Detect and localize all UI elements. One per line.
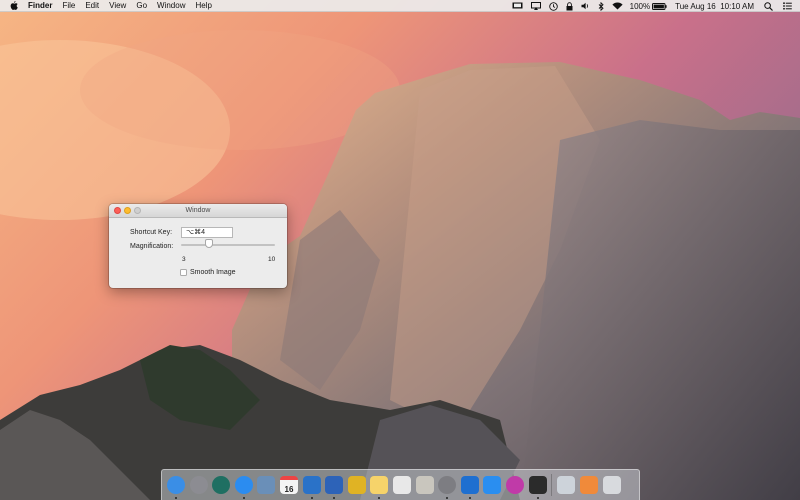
running-indicator	[310, 497, 313, 499]
running-indicator	[468, 497, 471, 499]
shortcut-key-field[interactable]: ⌥⌘4	[181, 227, 233, 238]
dock-slack-icon[interactable]	[347, 474, 367, 495]
dock: 16	[161, 469, 640, 500]
notes-icon	[370, 475, 389, 494]
menu-edit[interactable]: Edit	[85, 0, 99, 12]
menu-file[interactable]: File	[62, 0, 75, 12]
screenshot-thumbnail-icon	[557, 475, 576, 494]
menu-bar: Finder File Edit View Go Window Help 100…	[0, 0, 800, 12]
dock-app-store-icon[interactable]	[482, 474, 502, 495]
trash-icon	[603, 475, 622, 494]
battery-icon[interactable]	[652, 0, 667, 12]
dock-trash-icon[interactable]	[602, 474, 622, 495]
dock-outlook-icon[interactable]	[302, 474, 322, 499]
dock-system-preferences-icon[interactable]	[437, 474, 457, 499]
launchpad-icon	[189, 475, 208, 494]
running-indicator	[378, 497, 381, 499]
smooth-image-checkbox[interactable]	[180, 269, 187, 276]
dock-safari-icon[interactable]	[234, 474, 254, 499]
menu-app-finder[interactable]: Finder	[28, 0, 52, 12]
magnification-slider-track[interactable]	[181, 244, 275, 246]
zoom-window-panel: Window Shortcut Key: ⌥⌘4 Magnification: …	[109, 204, 287, 288]
running-indicator	[175, 497, 177, 499]
dock-screenshot-thumbnail-icon[interactable]	[556, 474, 576, 495]
dock-time-machine-icon[interactable]	[211, 474, 231, 495]
volume-icon[interactable]	[581, 0, 590, 12]
zoom-button	[134, 207, 141, 214]
lock-icon[interactable]	[566, 0, 573, 12]
bluetooth-icon[interactable]	[598, 0, 604, 12]
preview-icon	[257, 475, 276, 494]
status-area: 100% Tue Aug 16 10:10 AM	[504, 0, 792, 12]
menu-go[interactable]: Go	[136, 0, 147, 12]
running-indicator	[536, 497, 539, 499]
xcode-icon	[460, 475, 479, 494]
menu-help[interactable]: Help	[195, 0, 211, 12]
window-content: Shortcut Key: ⌥⌘4 Magnification: 3 10 Sm…	[109, 218, 287, 288]
window-titlebar[interactable]: Window	[109, 204, 287, 218]
flower-app-icon	[506, 475, 524, 494]
spotlight-icon[interactable]	[764, 0, 773, 12]
calendar-icon: 16	[280, 475, 298, 494]
wifi-icon[interactable]	[612, 0, 623, 12]
dock-downloads-stack-icon[interactable]	[579, 474, 599, 495]
notification-center-icon[interactable]	[783, 0, 792, 12]
dock-textedit-icon[interactable]	[392, 474, 412, 495]
minimize-button[interactable]	[124, 207, 131, 214]
dock-calendar-icon[interactable]: 16	[279, 474, 299, 495]
dock-notes-icon[interactable]	[369, 474, 389, 499]
app-store-icon	[483, 475, 502, 494]
downloads-stack-icon	[580, 475, 599, 494]
dock-preview-icon[interactable]	[256, 474, 276, 495]
terminal-icon	[528, 475, 547, 494]
shortcut-key-label: Shortcut Key:	[130, 229, 173, 236]
dock-terminal-icon[interactable]	[528, 474, 548, 499]
menu-view[interactable]: View	[109, 0, 126, 12]
outlook-icon	[302, 475, 321, 494]
magnification-min-label: 3	[182, 256, 186, 263]
time-machine-icon[interactable]	[548, 0, 558, 12]
running-indicator	[242, 497, 245, 499]
dock-things-icon[interactable]	[324, 474, 344, 499]
dock-script-editor-icon[interactable]	[415, 474, 435, 495]
dock-launchpad-icon[interactable]	[189, 474, 209, 495]
dock-separator	[551, 474, 553, 496]
slack-icon	[347, 475, 366, 494]
things-icon	[325, 475, 344, 494]
safari-icon	[234, 475, 253, 494]
dock-xcode-icon[interactable]	[460, 474, 480, 499]
time-machine-icon	[212, 475, 231, 494]
close-button[interactable]	[114, 207, 121, 214]
system-preferences-icon	[438, 475, 457, 494]
apple-menu-icon[interactable]	[10, 1, 20, 10]
running-indicator	[333, 497, 336, 499]
dock-finder-icon[interactable]	[166, 474, 186, 499]
airplay-icon[interactable]	[530, 0, 541, 12]
battery-percent[interactable]: 100%	[630, 0, 650, 12]
magnification-slider-thumb[interactable]	[205, 239, 214, 248]
magnification-max-label: 10	[268, 256, 276, 263]
smooth-image-label[interactable]: Smooth Image	[190, 269, 236, 276]
dock-flower-app-icon[interactable]	[505, 474, 525, 495]
clock[interactable]: Tue Aug 16 10:10 AM	[675, 0, 754, 12]
menu-window[interactable]: Window	[157, 0, 185, 12]
display-icon[interactable]	[512, 0, 523, 12]
script-editor-icon	[415, 475, 434, 494]
textedit-icon	[393, 475, 411, 494]
finder-icon	[167, 475, 185, 494]
magnification-label: Magnification:	[130, 243, 174, 250]
window-title: Window	[185, 207, 211, 214]
running-indicator	[446, 497, 449, 499]
